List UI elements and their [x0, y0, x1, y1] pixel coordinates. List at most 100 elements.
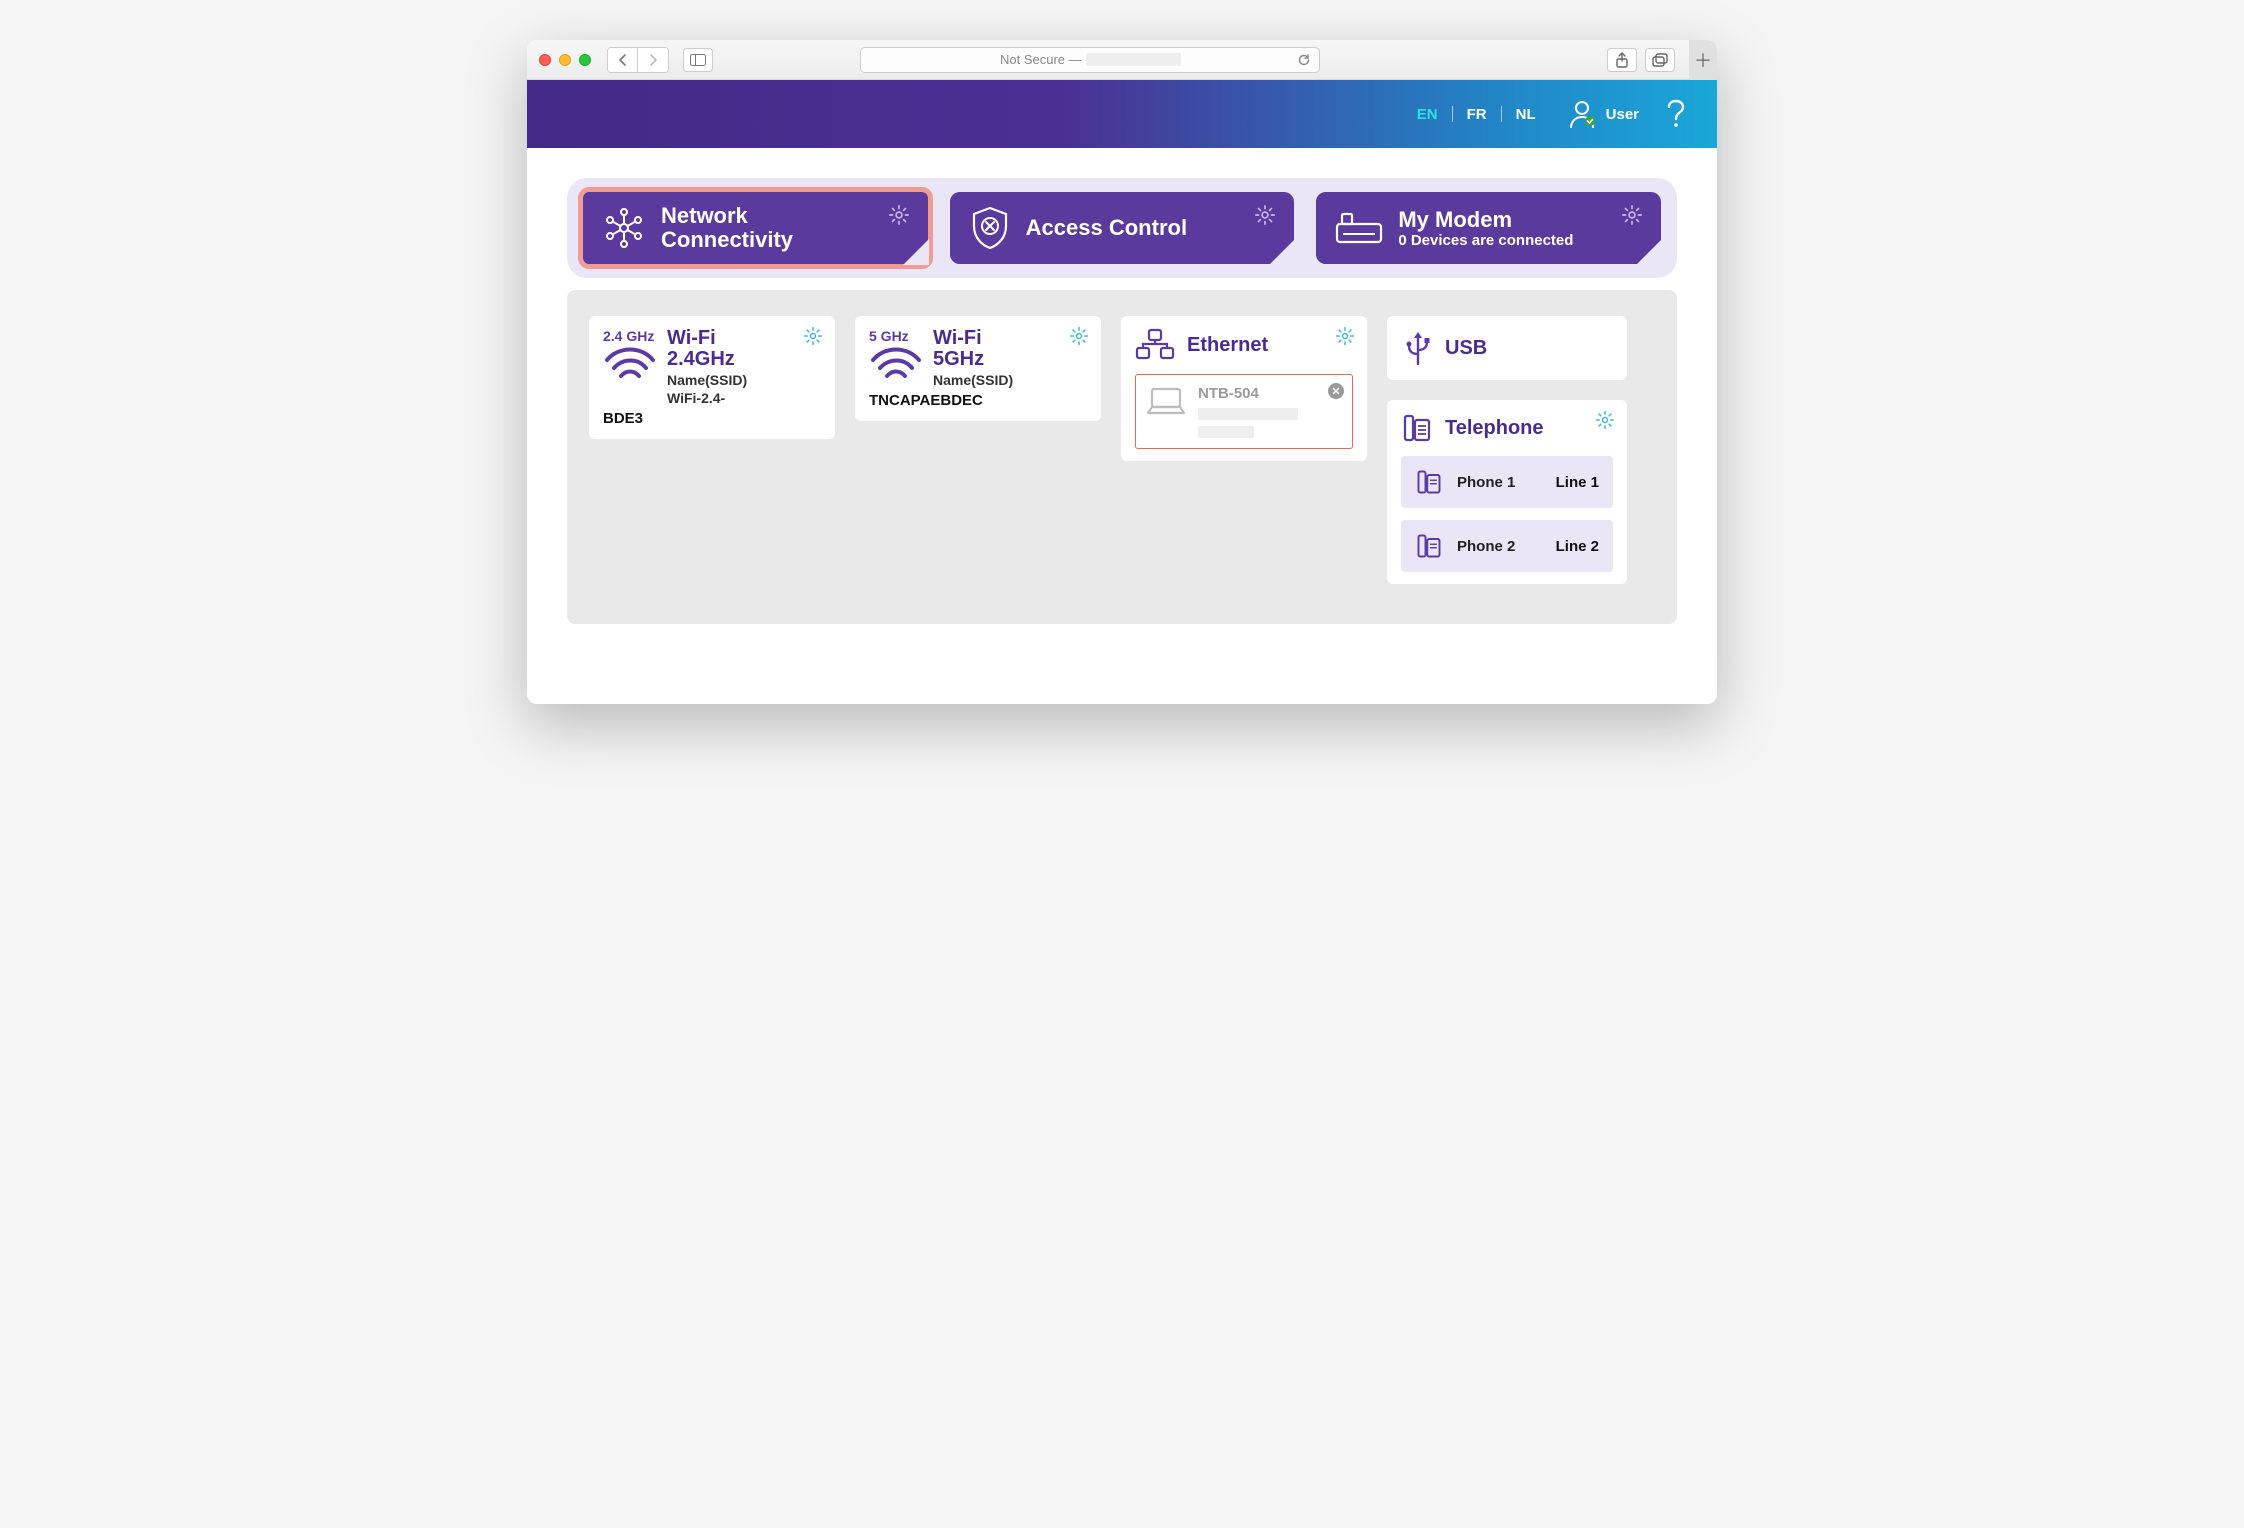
new-tab-button[interactable]: ＋ [1689, 40, 1717, 80]
tab-settings-button[interactable] [888, 204, 910, 226]
card-settings-button[interactable] [803, 326, 823, 346]
phone-label: Phone 2 [1457, 538, 1542, 555]
card-usb[interactable]: USB [1387, 316, 1627, 380]
window-controls [539, 54, 591, 66]
ssid-value: TNCAPAEBDEC [869, 392, 1087, 409]
ssid-label: Name(SSID) [933, 372, 1013, 388]
url-host-redacted [1086, 53, 1181, 66]
chevron-left-icon [618, 54, 628, 66]
tab-title: My Modem [1398, 208, 1573, 232]
nav-button-group [607, 47, 669, 73]
tabs-container: Network Connectivity [527, 148, 1717, 278]
ethernet-device[interactable]: NTB-504 ✕ [1135, 374, 1353, 449]
address-bar[interactable]: Not Secure — [860, 47, 1320, 73]
lang-nl[interactable]: NL [1516, 106, 1536, 123]
reload-icon [1297, 53, 1311, 67]
app-header: EN FR NL User [527, 80, 1717, 148]
remove-device-button[interactable]: ✕ [1328, 383, 1344, 399]
device-info-redacted [1198, 426, 1254, 438]
ssid-label: Name(SSID) [667, 372, 747, 388]
card-title: Telephone [1445, 417, 1544, 440]
gear-icon [1595, 410, 1615, 430]
tabs-button[interactable] [1645, 48, 1675, 72]
page-body: Network Connectivity [527, 148, 1717, 704]
tab-text: Network Connectivity [661, 204, 793, 252]
tab-settings-button[interactable] [1621, 204, 1643, 226]
maximize-window-button[interactable] [579, 54, 591, 66]
sidebar-icon [690, 54, 706, 66]
back-button[interactable] [608, 48, 638, 72]
content-area: 2.4 GHz Wi-Fi 2.4GHz Name(SSID) WiFi- [567, 290, 1677, 624]
divider [1501, 106, 1502, 122]
wifi-band-label: 2.4 GHz [603, 328, 657, 344]
card-settings-button[interactable] [1595, 410, 1615, 430]
card-wifi-24[interactable]: 2.4 GHz Wi-Fi 2.4GHz Name(SSID) WiFi- [589, 316, 835, 439]
modem-icon [1334, 210, 1384, 246]
gear-icon [888, 204, 910, 226]
ssid-value-line: BDE3 [603, 410, 821, 427]
wifi-title-line: 2.4GHz [667, 349, 747, 370]
user-icon [1568, 99, 1596, 129]
wifi-icon [869, 346, 923, 384]
device-info-redacted [1198, 408, 1298, 420]
phone-icon [1415, 532, 1443, 560]
phone-row[interactable]: Phone 2 Line 2 [1401, 520, 1613, 572]
gear-icon [1621, 204, 1643, 226]
wifi-band-label: 5 GHz [869, 328, 923, 344]
ethernet-icon [1135, 328, 1175, 362]
phone-line: Line 2 [1556, 538, 1599, 555]
user-menu[interactable]: User [1568, 99, 1639, 129]
phone-row[interactable]: Phone 1 Line 1 [1401, 456, 1613, 508]
chevron-right-icon [648, 54, 658, 66]
lang-fr[interactable]: FR [1467, 106, 1487, 123]
forward-button[interactable] [638, 48, 668, 72]
wifi-title-line: Wi-Fi [667, 328, 747, 349]
card-header: USB [1403, 330, 1611, 366]
close-window-button[interactable] [539, 54, 551, 66]
tab-access-control[interactable]: Access Control [950, 192, 1295, 264]
tabs-icon [1652, 53, 1668, 67]
card-header: Telephone [1401, 412, 1613, 444]
gear-icon [1069, 326, 1089, 346]
laptop-icon [1146, 385, 1186, 417]
card-settings-button[interactable] [1069, 326, 1089, 346]
help-button[interactable] [1665, 98, 1687, 130]
wifi-icon [603, 346, 657, 384]
sidebar-toggle-button[interactable] [683, 48, 713, 72]
gear-icon [1335, 326, 1355, 346]
phone-line: Line 1 [1556, 474, 1599, 491]
telephone-icon [1401, 412, 1433, 444]
card-ethernet[interactable]: Ethernet NTB-504 ✕ [1121, 316, 1367, 461]
browser-titlebar: Not Secure — ＋ [527, 40, 1717, 80]
minimize-window-button[interactable] [559, 54, 571, 66]
card-header: Ethernet [1135, 328, 1353, 362]
reload-button[interactable] [1297, 53, 1311, 67]
card-wifi-5[interactable]: 5 GHz Wi-Fi 5GHz Name(SSID) [855, 316, 1101, 421]
ssid-value-line: WiFi-2.4- [667, 390, 747, 406]
device-name: NTB-504 [1198, 385, 1298, 402]
card-telephone[interactable]: Telephone Phone 1 Line 1 [1387, 400, 1627, 584]
share-button[interactable] [1607, 48, 1637, 72]
usb-icon [1403, 330, 1433, 366]
lang-en[interactable]: EN [1417, 106, 1438, 123]
network-icon [601, 205, 647, 251]
wifi-title-line: 5GHz [933, 349, 1013, 370]
question-icon [1665, 98, 1687, 130]
tab-settings-button[interactable] [1254, 204, 1276, 226]
phone-label: Phone 1 [1457, 474, 1542, 491]
toolbar-right [1607, 48, 1675, 72]
tabs-bar: Network Connectivity [567, 178, 1677, 278]
shield-icon [968, 205, 1012, 251]
tab-title-line: Network [661, 204, 793, 228]
tab-title: Access Control [1026, 216, 1187, 240]
phone-icon [1415, 468, 1443, 496]
card-settings-button[interactable] [1335, 326, 1355, 346]
tab-my-modem[interactable]: My Modem 0 Devices are connected [1316, 192, 1661, 264]
tab-text: Access Control [1026, 216, 1187, 240]
share-icon [1615, 52, 1629, 68]
tab-text: My Modem 0 Devices are connected [1398, 208, 1573, 249]
tab-title-line: Connectivity [661, 228, 793, 252]
card-title: Ethernet [1187, 334, 1268, 357]
gear-icon [803, 326, 823, 346]
tab-network-connectivity[interactable]: Network Connectivity [583, 192, 928, 264]
